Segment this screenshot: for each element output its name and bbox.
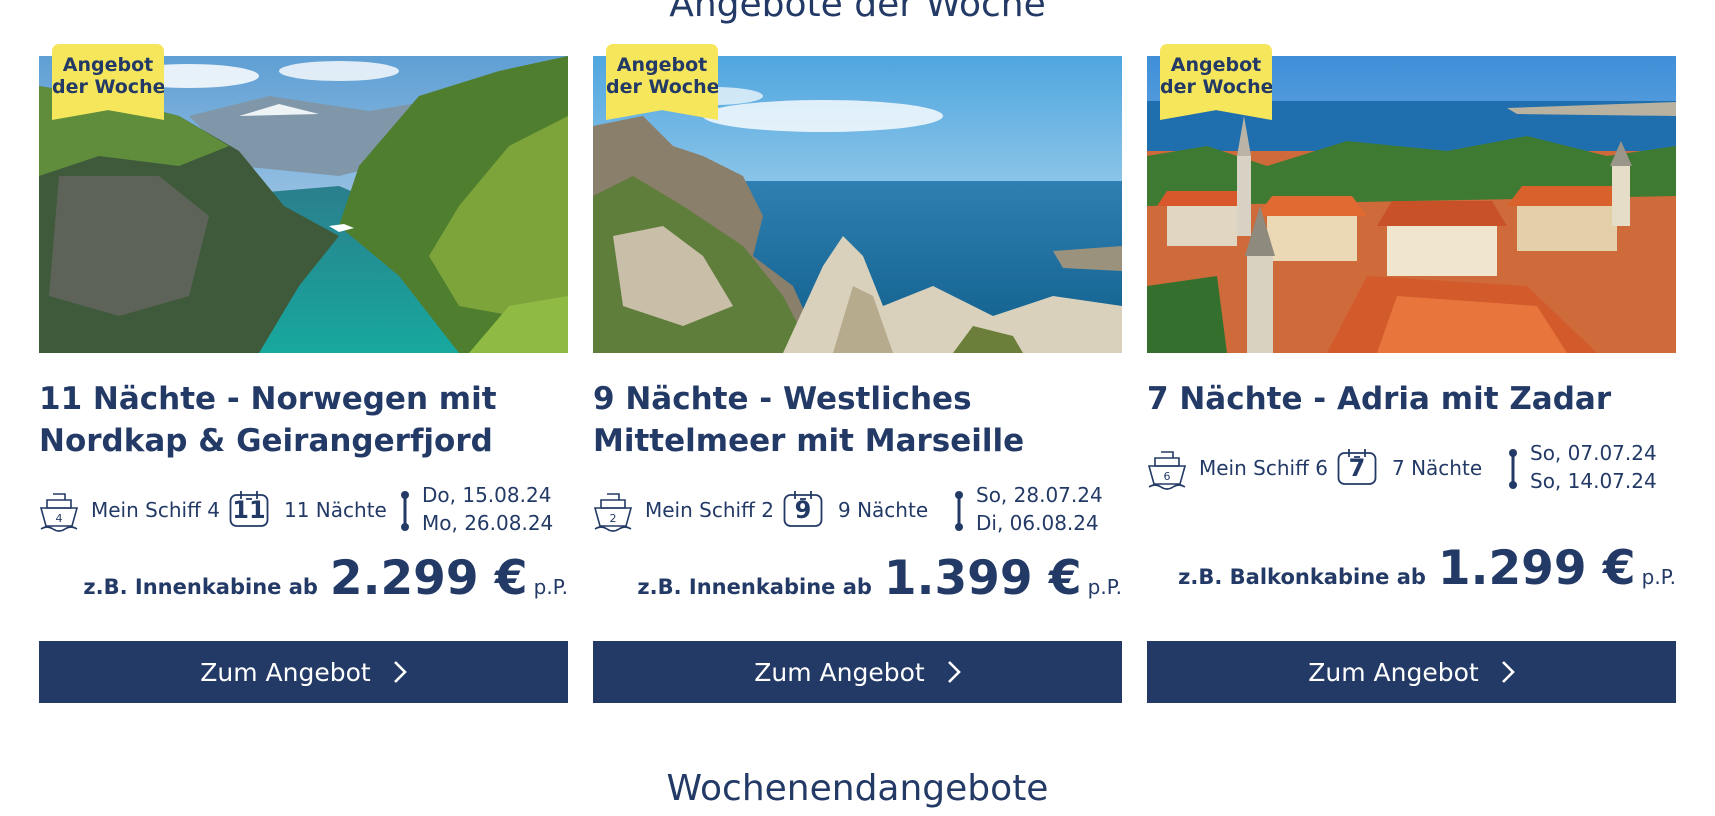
badge-line-1: Angebot (616, 54, 708, 76)
nights-label: 11 Nächte (284, 498, 387, 522)
offer-card-mediterranean: Angebot der Woche 9 Nächte - Westliches … (593, 44, 1122, 706)
badge-line-1: Angebot (1170, 54, 1262, 76)
badge-line-2: der Woche (1160, 76, 1274, 98)
ship-icon: 4 (39, 493, 79, 532)
date-start: Do, 15.08.24 (422, 483, 552, 507)
to-offer-button[interactable]: Zum Angebot (1147, 641, 1676, 703)
ship-name: Mein Schiff 4 (91, 498, 220, 522)
price-row: z.B. Balkonkabine ab 1.299 € p.P. (1147, 541, 1676, 602)
chevron-right-icon (393, 661, 407, 683)
badge-line-2: der Woche (606, 76, 720, 98)
to-offer-button[interactable]: Zum Angebot (593, 641, 1122, 703)
offer-title[interactable]: 7 Nächte - Adria mit Zadar (1147, 378, 1687, 420)
nights-label: 9 Nächte (838, 498, 929, 522)
badge-line-2: der Woche (52, 76, 166, 98)
offer-title[interactable]: 11 Nächte - Norwegen mit Nordkap & Geira… (39, 378, 579, 462)
offer-details: 4 Mein Schiff 4 11 11 Nächte Do, 15.08.2… (39, 480, 568, 536)
offer-card-adriatic: Angebot der Woche 7 Nächte - Adria mit Z… (1147, 44, 1676, 706)
ship-icon: 6 (1147, 451, 1187, 490)
offer-of-the-week-badge: Angebot der Woche (1160, 44, 1272, 120)
price-value: 2.299 € (329, 551, 528, 606)
offer-title[interactable]: 9 Nächte - Westliches Mittelmeer mit Mar… (593, 378, 1133, 462)
to-offer-button[interactable]: Zum Angebot (39, 641, 568, 703)
offer-card-norway: Angebot der Woche 11 Nächte - Norwegen m… (39, 44, 568, 706)
to-offer-button-label: Zum Angebot (754, 657, 925, 687)
ship-number: 4 (56, 512, 63, 525)
badge-line-1: Angebot (62, 54, 154, 76)
date-range-icon (955, 491, 963, 531)
offer-details: 6 Mein Schiff 6 7 7 Nächte So, 07.07.24 … (1147, 438, 1676, 494)
date-end: So, 14.07.24 (1530, 469, 1657, 493)
ship-icon: 2 (593, 493, 633, 532)
chevron-right-icon (947, 661, 961, 683)
nights-number: 11 (232, 496, 266, 524)
section-title: Angebote der Woche (669, 0, 1046, 25)
cabin-price-label: z.B. Innenkabine ab (83, 575, 318, 599)
price-value: 1.299 € (1437, 541, 1636, 596)
price-per-person: p.P. (1087, 575, 1122, 599)
price-row: z.B. Innenkabine ab 1.399 € p.P. (593, 551, 1122, 612)
date-range-icon (401, 491, 409, 531)
date-start: So, 28.07.24 (976, 483, 1103, 507)
date-end: Di, 06.08.24 (976, 511, 1099, 535)
to-offer-button-label: Zum Angebot (200, 657, 371, 687)
cabin-price-label: z.B. Balkonkabine ab (1178, 565, 1426, 589)
ship-name: Mein Schiff 2 (645, 498, 774, 522)
date-start: So, 07.07.24 (1530, 441, 1657, 465)
price-per-person: p.P. (1641, 565, 1676, 589)
chevron-right-icon (1501, 661, 1515, 683)
weekend-offers-title: Wochenendangebote (666, 768, 1049, 809)
date-range-icon (1509, 449, 1517, 489)
offer-of-the-week-badge: Angebot der Woche (52, 44, 164, 120)
date-end: Mo, 26.08.24 (422, 511, 554, 535)
nights-number: 7 (1348, 454, 1366, 482)
nights-number: 9 (794, 496, 812, 524)
cabin-price-label: z.B. Innenkabine ab (637, 575, 872, 599)
ship-name: Mein Schiff 6 (1199, 456, 1328, 480)
offer-of-the-week-badge: Angebot der Woche (606, 44, 718, 120)
price-per-person: p.P. (533, 575, 568, 599)
ship-number: 2 (610, 512, 617, 525)
to-offer-button-label: Zum Angebot (1308, 657, 1479, 687)
price-value: 1.399 € (883, 551, 1082, 606)
ship-number: 6 (1164, 470, 1171, 483)
offer-details: 2 Mein Schiff 2 9 9 Nächte So, 28.07.24 … (593, 480, 1122, 536)
nights-label: 7 Nächte (1392, 456, 1483, 480)
price-row: z.B. Innenkabine ab 2.299 € p.P. (39, 551, 568, 612)
